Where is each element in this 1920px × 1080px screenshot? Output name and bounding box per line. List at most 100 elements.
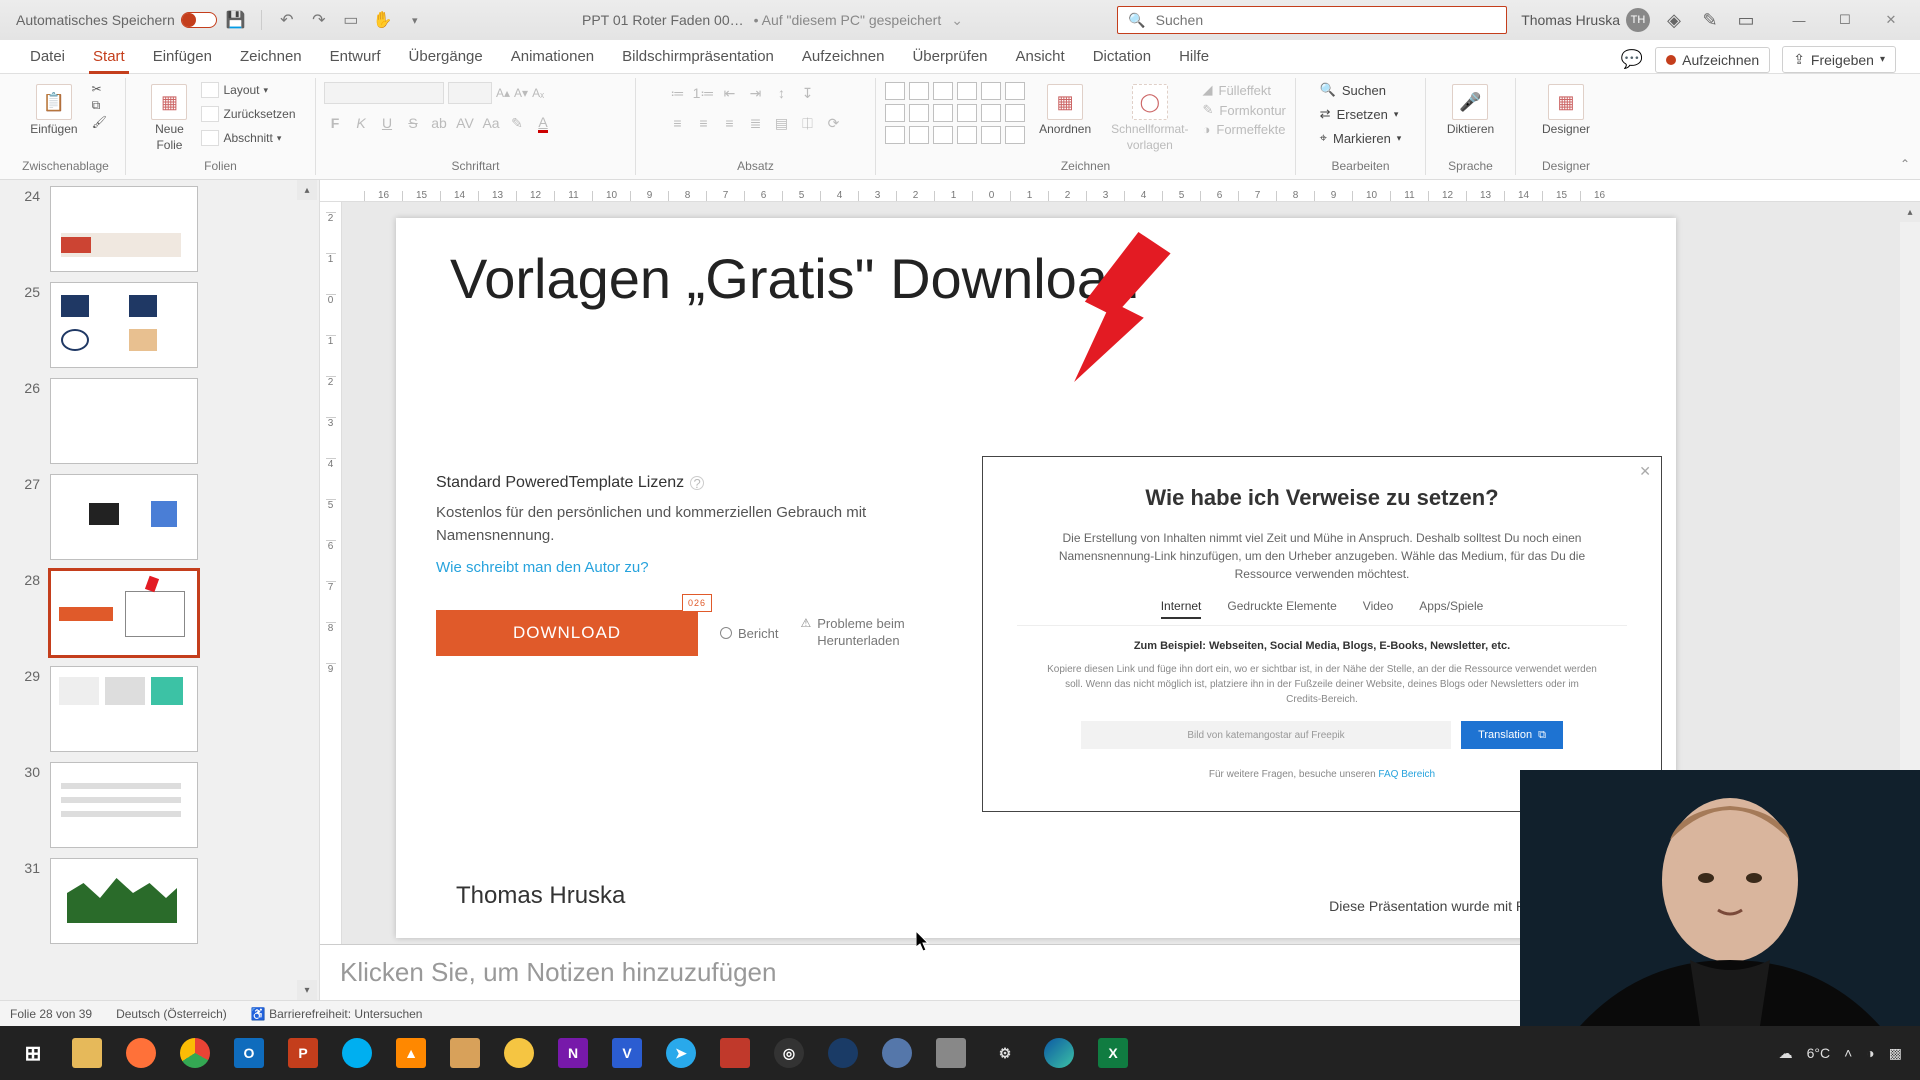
editor-scroll-up-icon[interactable]: ▴ (1900, 202, 1920, 222)
arrange-button[interactable]: ▦ Anordnen (1033, 82, 1097, 138)
align-right-button[interactable]: ≡ (719, 112, 741, 134)
italic-button[interactable]: K (350, 112, 372, 134)
touch-mode-icon[interactable]: ✋ (370, 7, 396, 33)
copy-button[interactable]: ⧉ (92, 98, 107, 113)
tb-explorer[interactable] (62, 1032, 112, 1074)
slide-thumbnail[interactable] (50, 186, 198, 272)
thumb-vertical-scrollbar[interactable]: ▴ ▾ (297, 180, 317, 1000)
tab-entwurf[interactable]: Entwurf (316, 40, 395, 73)
maximize-button[interactable]: ☐ (1824, 6, 1866, 34)
smart-art-button[interactable]: ⟳ (823, 112, 845, 134)
tb-telegram[interactable]: ➤ (656, 1032, 706, 1074)
slide-thumbnail[interactable] (50, 858, 198, 944)
numbering-button[interactable]: 1≔ (693, 82, 715, 104)
tab-start[interactable]: Start (79, 40, 139, 73)
slide-canvas[interactable]: Vorlagen „Gratis" Download Standard Powe… (396, 218, 1676, 938)
slide-thumbnail[interactable] (50, 474, 198, 560)
attribution-modal[interactable]: ✕ Wie habe ich Verweise zu setzen? Die E… (982, 456, 1662, 812)
slide-title[interactable]: Vorlagen „Gratis" Download (450, 246, 1139, 311)
layout-button[interactable]: Layout ▾ (201, 82, 295, 98)
columns-button[interactable]: ▤ (771, 112, 793, 134)
shapes-gallery[interactable] (885, 82, 1025, 144)
shadow-button[interactable]: ab (428, 112, 450, 134)
redo-icon[interactable]: ↷ (306, 7, 332, 33)
cut-button[interactable]: ✂ (92, 82, 107, 96)
tab-zeichnen[interactable]: Zeichnen (226, 40, 316, 73)
diamond-icon[interactable]: ◈ (1662, 8, 1686, 32)
search-input[interactable] (1156, 12, 1497, 28)
modal-tab-video[interactable]: Video (1363, 599, 1393, 619)
quickformat-button[interactable]: ◯ Schnellformat- vorlagen (1105, 82, 1194, 154)
tb-outlook[interactable]: O (224, 1032, 274, 1074)
tb-app6[interactable] (926, 1032, 976, 1074)
modal-tab-internet[interactable]: Internet (1161, 599, 1202, 619)
qat-dropdown-icon[interactable]: ▾ (402, 7, 428, 33)
tab-einfuegen[interactable]: Einfügen (139, 40, 226, 73)
slide-thumbnail[interactable] (50, 762, 198, 848)
scroll-up-icon[interactable]: ▴ (297, 180, 317, 200)
bold-button[interactable]: F (324, 112, 346, 134)
accessibility-checker[interactable]: ♿ Barrierefreiheit: Untersuchen (251, 1007, 423, 1021)
font-size-input[interactable] (448, 82, 492, 104)
tray-icon-1[interactable]: ◑ (1866, 1045, 1874, 1061)
dictate-button[interactable]: 🎤 Diktieren (1441, 82, 1500, 138)
align-center-button[interactable]: ≡ (693, 112, 715, 134)
case-button[interactable]: Aa (480, 112, 502, 134)
modal-tab-print[interactable]: Gedruckte Elemente (1227, 599, 1336, 619)
license-panel[interactable]: Standard PoweredTemplate Lizenz ? Kosten… (436, 474, 946, 576)
tab-ueberpruefen[interactable]: Überprüfen (898, 40, 1001, 73)
indent-less-button[interactable]: ⇤ (719, 82, 741, 104)
ribbon-collapse-icon[interactable]: ⌃ (1900, 157, 1910, 171)
highlight-button[interactable]: ✎ (506, 112, 528, 134)
autosave-toggle[interactable] (181, 12, 217, 28)
clear-formatting-icon[interactable]: Aₓ (532, 86, 544, 100)
strike-button[interactable]: S (402, 112, 424, 134)
spacing-button[interactable]: AV (454, 112, 476, 134)
window-layout-icon[interactable]: ▭ (1734, 8, 1758, 32)
share-button[interactable]: ⇪ Freigeben ▾ (1782, 46, 1896, 73)
slide-thumbnail[interactable] (50, 378, 198, 464)
tray-expand-icon[interactable]: ˄ (1844, 1045, 1852, 1061)
tb-onenote[interactable]: N (548, 1032, 598, 1074)
undo-icon[interactable]: ↶ (274, 7, 300, 33)
shrink-font-icon[interactable]: A▾ (514, 86, 528, 100)
shape-outline-button[interactable]: ✎Formkontur (1203, 102, 1286, 118)
search-box[interactable]: 🔍 (1117, 6, 1507, 34)
tb-app2[interactable] (494, 1032, 544, 1074)
tab-uebergaenge[interactable]: Übergänge (395, 40, 497, 73)
tb-vlc[interactable]: ▲ (386, 1032, 436, 1074)
text-direction-button[interactable]: ↧ (797, 82, 819, 104)
justify-button[interactable]: ≣ (745, 112, 767, 134)
tb-chrome[interactable] (170, 1032, 220, 1074)
info-circle-icon[interactable]: ? (690, 476, 704, 490)
replace-button[interactable]: ⇄Ersetzen ▾ (1320, 106, 1399, 122)
problem-link[interactable]: ⚠ Probleme beim Herunterladen (800, 616, 940, 650)
start-button[interactable]: ⊞ (8, 1032, 58, 1074)
tb-vs[interactable]: V (602, 1032, 652, 1074)
section-button[interactable]: Abschnitt ▾ (201, 130, 295, 146)
document-name-dropdown-icon[interactable]: ⌄ (951, 12, 963, 29)
indent-more-button[interactable]: ⇥ (745, 82, 767, 104)
tab-ansicht[interactable]: Ansicht (1002, 40, 1079, 73)
tb-skype[interactable] (332, 1032, 382, 1074)
tb-edge[interactable] (1034, 1032, 1084, 1074)
underline-button[interactable]: U (376, 112, 398, 134)
tb-app1[interactable] (440, 1032, 490, 1074)
modal-faq-link[interactable]: FAQ Bereich (1378, 769, 1435, 780)
temperature[interactable]: 6°C (1807, 1045, 1831, 1061)
tb-settings[interactable]: ⚙ (980, 1032, 1030, 1074)
format-painter-button[interactable]: 🖌 (92, 115, 107, 129)
lightning-bolt-icon[interactable] (1062, 232, 1172, 382)
user-chip[interactable]: Thomas Hruska TH (1521, 8, 1650, 32)
slide-thumbnail[interactable] (50, 570, 198, 656)
tab-hilfe[interactable]: Hilfe (1165, 40, 1223, 73)
document-name[interactable]: PPT 01 Roter Faden 00… (582, 12, 744, 28)
weather-icon[interactable]: ☁ (1779, 1045, 1793, 1062)
slide-thumbnail[interactable] (50, 282, 198, 368)
designer-button[interactable]: ▦ Designer (1536, 82, 1596, 138)
line-spacing-button[interactable]: ↕ (771, 82, 793, 104)
tb-firefox[interactable] (116, 1032, 166, 1074)
tab-dictation[interactable]: Dictation (1079, 40, 1165, 73)
download-button[interactable]: DOWNLOAD 026 (436, 610, 698, 656)
close-button[interactable]: ✕ (1870, 6, 1912, 34)
